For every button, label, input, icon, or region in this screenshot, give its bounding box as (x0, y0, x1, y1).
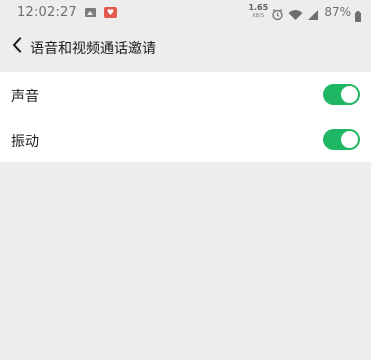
toggle-knob (341, 86, 358, 103)
battery-icon (355, 7, 361, 22)
status-right-group: 1.65 KB/S 87% (248, 3, 361, 22)
chevron-left-icon (12, 37, 22, 57)
status-left-group: 12:02:27 ♥ (17, 5, 117, 20)
setting-row-sound: 声音 (0, 72, 371, 117)
page-header: 语音和视频通话邀请 (0, 24, 371, 70)
network-speed: 1.65 KB/S (248, 3, 269, 20)
status-time: 12:02:27 (17, 5, 77, 20)
signal-icon (306, 6, 320, 20)
alarm-icon (271, 6, 284, 20)
status-bar: 12:02:27 ♥ 1.65 KB/S 87% (0, 0, 371, 24)
toggle-knob (341, 131, 358, 148)
setting-label-sound: 声音 (11, 89, 39, 105)
setting-label-vibration: 振动 (11, 134, 39, 150)
network-speed-unit: KB/S (252, 13, 265, 19)
setting-row-vibration: 振动 (0, 117, 371, 162)
vibration-toggle[interactable] (323, 129, 360, 150)
sound-toggle[interactable] (323, 84, 360, 105)
image-icon (85, 8, 96, 17)
settings-list: 声音 振动 (0, 72, 371, 162)
back-button[interactable] (8, 36, 26, 58)
wifi-icon (288, 6, 303, 20)
notification-app-icon: ♥ (104, 7, 117, 18)
network-speed-value: 1.65 (248, 3, 269, 12)
page-title: 语音和视频通话邀请 (30, 41, 156, 57)
battery-percent: 87% (324, 5, 351, 19)
